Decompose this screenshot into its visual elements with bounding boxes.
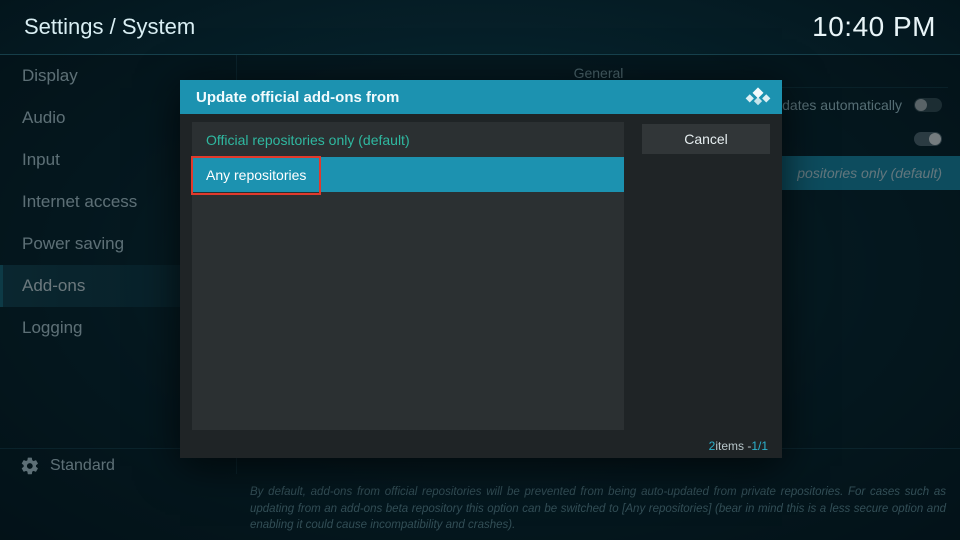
dialog-options: Official repositories only (default) Any… xyxy=(192,122,624,430)
dialog-update-from: Update official add-ons from Official re… xyxy=(180,80,782,458)
breadcrumb: Settings / System xyxy=(24,14,195,40)
clock: 10:40 PM xyxy=(812,11,936,43)
dialog-page: 1/1 xyxy=(751,439,768,453)
dialog-footer: 2 items - 1/1 xyxy=(180,434,782,458)
dialog-item-count: 2 xyxy=(709,439,716,453)
option-any-repos[interactable]: Any repositories xyxy=(192,157,624,192)
dialog-items-word: items - xyxy=(715,439,751,453)
dialog-header: Update official add-ons from xyxy=(180,80,782,114)
dialog-title: Update official add-ons from xyxy=(196,89,399,106)
kodi-logo-icon xyxy=(744,86,772,108)
option-official-repos[interactable]: Official repositories only (default) xyxy=(192,122,624,157)
dialog-actions: Cancel xyxy=(624,122,770,430)
cancel-button[interactable]: Cancel xyxy=(642,124,770,154)
dialog-body: Official repositories only (default) Any… xyxy=(180,114,782,434)
